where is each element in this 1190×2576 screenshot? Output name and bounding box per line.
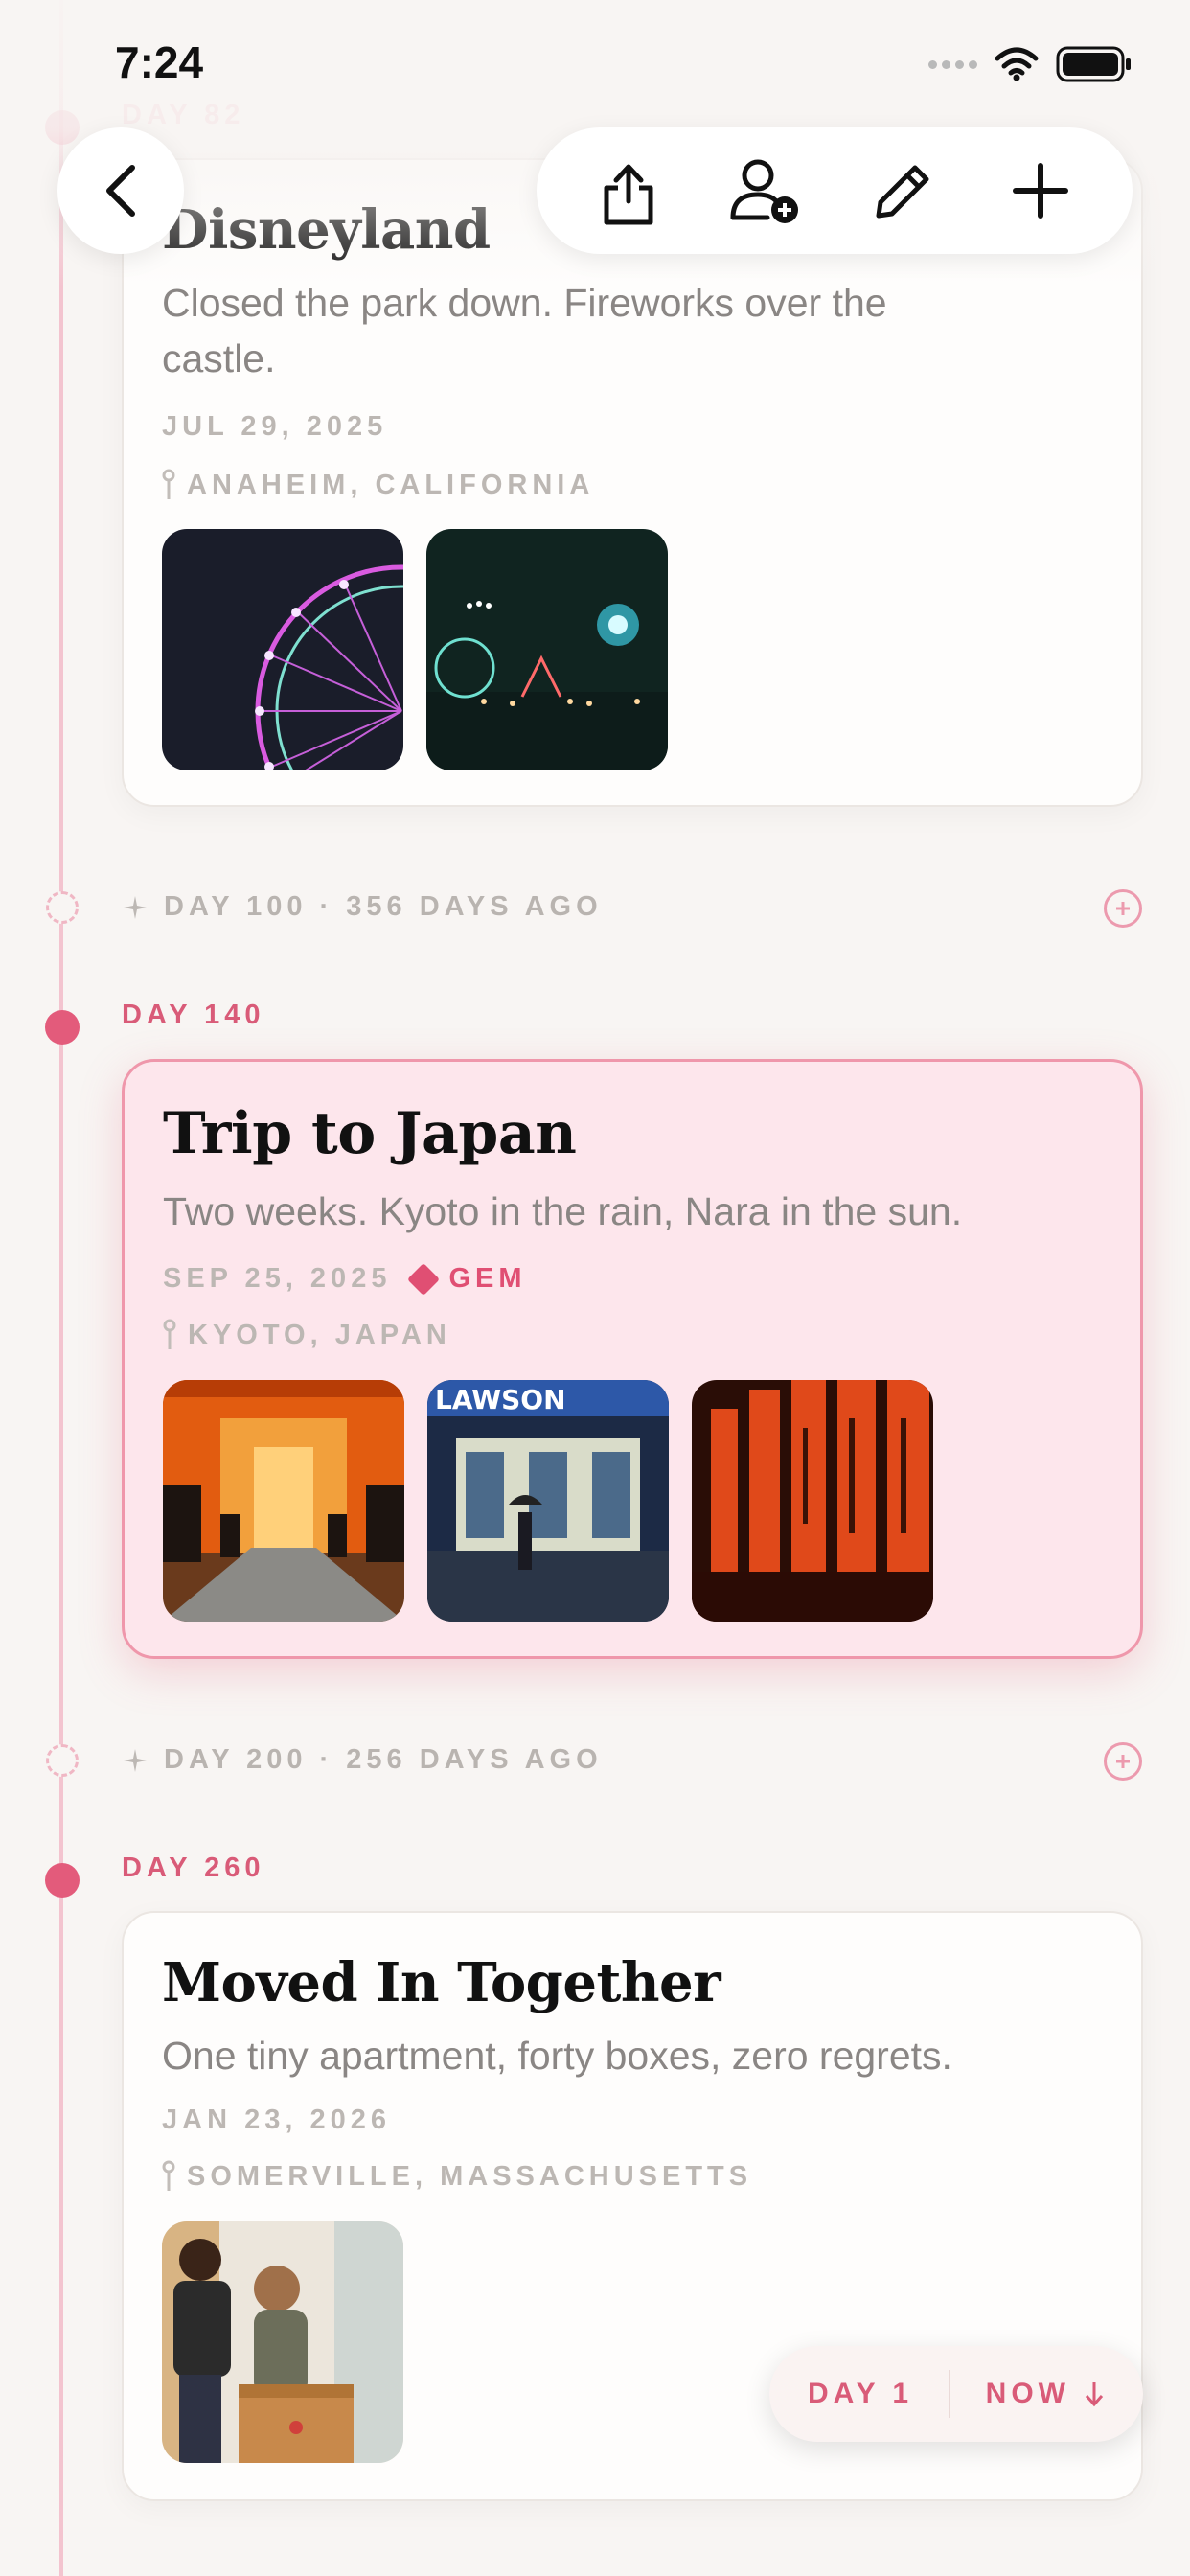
arrow-down-icon — [1085, 2382, 1104, 2407]
milestone-dot — [46, 1744, 79, 1777]
entry-location-text: KYOTO, JAPAN — [188, 1319, 451, 1350]
milestone-label: DAY 100 · 356 DAYS AGO — [164, 891, 603, 922]
back-button[interactable] — [57, 127, 184, 254]
entry-location-text: SOMERVILLE, MASSACHUSETTS — [187, 2160, 753, 2192]
add-person-icon — [730, 159, 799, 223]
photo-row: LAWSON — [163, 1380, 933, 1622]
milestone-label: DAY 200 · 256 DAYS AGO — [164, 1744, 603, 1775]
status-icons — [928, 46, 1133, 82]
add-milestone-button[interactable] — [1104, 889, 1142, 928]
status-time: 7:24 — [115, 37, 204, 87]
entry-description: Closed the park down. Fireworks over the… — [162, 281, 887, 380]
wifi-icon — [995, 47, 1039, 81]
timeline-line — [59, 0, 63, 2576]
photo-row — [162, 529, 668, 770]
status-bar: 7:24 — [0, 0, 1190, 125]
timeline-dot — [45, 1010, 80, 1045]
photo-ferris-wheel[interactable] — [162, 529, 403, 770]
add-milestone-button[interactable] — [1104, 1742, 1142, 1781]
milestone-day-100: DAY 100 · 356 DAYS AGO — [122, 891, 603, 923]
plus-icon — [1013, 163, 1069, 218]
milestone-day-200: DAY 200 · 256 DAYS AGO — [122, 1744, 603, 1776]
entry-date-text: SEP 25, 2025 — [163, 1263, 392, 1294]
entry-location-text: ANAHEIM, CALIFORNIA — [187, 469, 595, 500]
gem-icon — [407, 1262, 441, 1296]
photo-torii-pillars[interactable] — [692, 1380, 933, 1622]
gem-badge: GEM — [407, 1262, 527, 1296]
entry-location: ANAHEIM, CALIFORNIA — [162, 469, 594, 501]
entry-card-japan[interactable]: Trip to Japan Two weeks. Kyoto in the ra… — [122, 1059, 1143, 1659]
day-label: DAY 140 — [122, 1000, 265, 1030]
entry-description: Two weeks. Kyoto in the rain, Nara in th… — [163, 1189, 963, 1233]
timeline-dot — [45, 1863, 80, 1898]
pin-icon — [163, 1319, 176, 1349]
entry-title: Moved In Together — [162, 1951, 721, 2014]
chevron-left-icon — [106, 165, 135, 217]
entry-date-text: JUL 29, 2025 — [162, 411, 388, 442]
battery-icon — [1056, 46, 1131, 82]
share-button[interactable] — [576, 138, 681, 243]
photo-lawson-store[interactable]: LAWSON — [427, 1380, 669, 1622]
jump-to-now-button[interactable]: NOW — [986, 2378, 1105, 2410]
milestone-dot — [46, 891, 79, 924]
add-entry-button[interactable] — [988, 138, 1093, 243]
pencil-icon — [876, 165, 929, 218]
plus-icon — [1116, 1755, 1130, 1768]
jump-pill: DAY 1 NOW — [769, 2346, 1143, 2442]
entry-card-disneyland[interactable]: Disneyland Closed the park down. Firewor… — [122, 158, 1143, 807]
photo-carnival-lights[interactable] — [426, 529, 668, 770]
entry-title: Trip to Japan — [163, 1100, 577, 1167]
gem-label: GEM — [448, 1263, 527, 1294]
entry-description: One tiny apartment, forty boxes, zero re… — [162, 2034, 952, 2078]
entry-location: SOMERVILLE, MASSACHUSETTS — [162, 2160, 752, 2193]
edit-button[interactable] — [851, 138, 956, 243]
sparkle-icon — [124, 895, 147, 919]
lawson-sign-text: LAWSON — [435, 1384, 566, 1415]
pin-icon — [162, 2160, 175, 2191]
entry-date-text: JAN 23, 2026 — [162, 2104, 391, 2135]
jump-now-label: NOW — [985, 2378, 1070, 2409]
sparkle-icon — [124, 1748, 147, 1772]
entry-date: JUL 29, 2025 — [162, 411, 387, 443]
add-person-button[interactable] — [713, 138, 818, 243]
cellular-icon — [928, 59, 977, 69]
photo-row — [162, 2221, 403, 2463]
day-label: DAY 260 — [122, 1852, 265, 1883]
jump-to-day-1-button[interactable]: DAY 1 — [808, 2378, 913, 2410]
entry-date: JAN 23, 2026 — [162, 2104, 391, 2136]
share-icon — [604, 164, 653, 225]
photo-couple-boxes[interactable] — [162, 2221, 403, 2463]
action-toolbar — [537, 127, 1133, 254]
photo-torii-gates[interactable] — [163, 1380, 404, 1622]
pin-icon — [162, 469, 175, 499]
plus-icon — [1116, 902, 1130, 915]
jump-divider — [948, 2370, 950, 2418]
entry-title: Disneyland — [162, 198, 491, 262]
entry-date: SEP 25, 2025 GEM — [163, 1262, 527, 1296]
entry-location: KYOTO, JAPAN — [163, 1319, 451, 1351]
